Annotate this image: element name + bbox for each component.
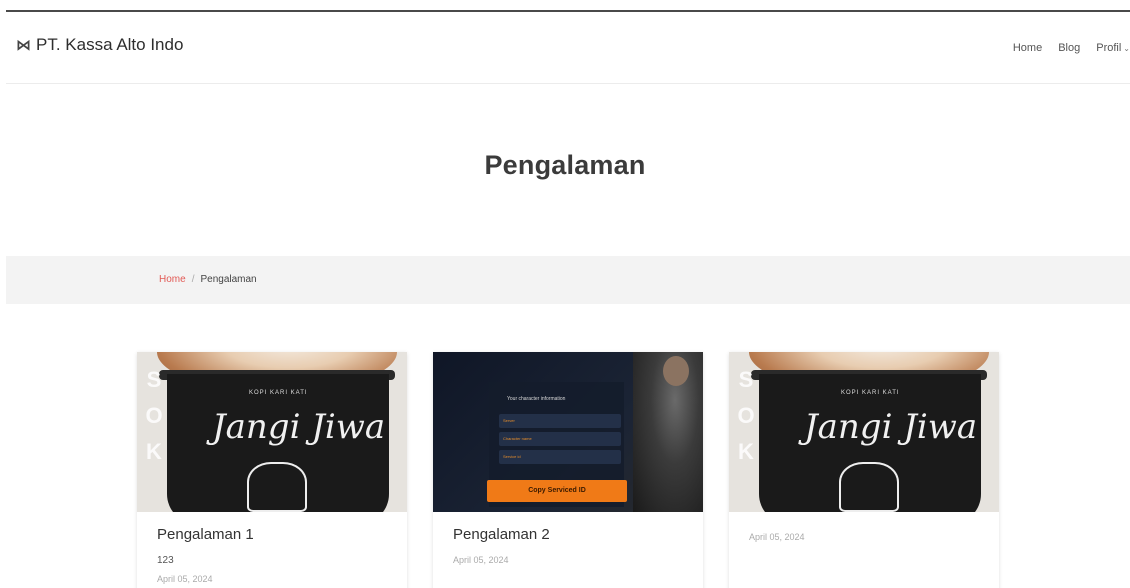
card-date: April 05, 2024	[157, 574, 213, 584]
info-field: Character name	[499, 432, 621, 446]
chevron-down-icon: ⌄	[1123, 44, 1130, 53]
card-body: Pengalaman 1 123 April 05, 2024	[137, 512, 407, 588]
cup-doodle	[247, 462, 307, 512]
coffee-cup-image: S O K KOPI KARI KATI Jangi Jiwa	[729, 352, 999, 512]
cup-script-logo: Jangi Jiwa	[804, 407, 978, 447]
breadcrumb-separator: /	[191, 274, 195, 285]
brand[interactable]: ⋈ PT. Kassa Alto Indo	[16, 35, 183, 55]
breadcrumb: Home / Pengalaman	[159, 274, 257, 285]
experience-card[interactable]: S O K KOPI KARI KATI Jangi Jiwa Pengalam…	[137, 352, 407, 588]
card-body: April 05, 2024	[729, 512, 999, 556]
breadcrumb-bar: Home / Pengalaman	[6, 256, 1130, 304]
cup-caption: KOPI KARI KATI	[841, 390, 900, 396]
panel-heading: Your character information	[507, 396, 566, 402]
nav-blog[interactable]: Blog	[1058, 42, 1080, 54]
coffee-cup-image: S O K KOPI KARI KATI Jangi Jiwa	[137, 352, 407, 512]
card-title[interactable]: Pengalaman 2	[453, 526, 683, 543]
nav-home[interactable]: Home	[1013, 42, 1042, 54]
info-field: Service id	[499, 450, 621, 464]
game-screenshot-image: Your character information Server Charac…	[433, 352, 703, 512]
cup-doodle	[839, 462, 899, 512]
card-date: April 05, 2024	[453, 555, 509, 565]
cup-side-letters: S O K	[145, 367, 163, 464]
navbar: ⋈ PT. Kassa Alto Indo Home Blog Profil ⌄	[6, 12, 1130, 84]
card-date: April 05, 2024	[749, 532, 805, 542]
card-title[interactable]: Pengalaman 1	[157, 526, 387, 543]
character-head	[663, 356, 689, 386]
card-body: Pengalaman 2 April 05, 2024	[433, 512, 703, 579]
breadcrumb-current: Pengalaman	[200, 274, 257, 285]
brand-name: PT. Kassa Alto Indo	[36, 35, 184, 54]
cup-script-logo: Jangi Jiwa	[212, 407, 386, 447]
breadcrumb-home[interactable]: Home	[159, 274, 186, 285]
cup-side-letters: S O K	[737, 367, 755, 464]
copy-service-id-button: Copy Serviced ID	[487, 480, 627, 502]
nav-profil-label: Profil	[1096, 42, 1122, 54]
experience-card[interactable]: Your character information Server Charac…	[433, 352, 703, 588]
kassa-logo-icon: ⋈	[16, 37, 31, 54]
cup-caption: KOPI KARI KATI	[249, 390, 308, 396]
nav-profil[interactable]: Profil ⌄	[1096, 42, 1130, 54]
page-title: Pengalaman	[484, 150, 646, 180]
experience-cards: S O K KOPI KARI KATI Jangi Jiwa Pengalam…	[137, 352, 999, 588]
nav-menu: Home Blog Profil ⌄	[1013, 42, 1130, 54]
experience-card[interactable]: S O K KOPI KARI KATI Jangi Jiwa April 05…	[729, 352, 999, 588]
info-field: Server	[499, 414, 621, 428]
card-text: 123	[157, 555, 174, 566]
